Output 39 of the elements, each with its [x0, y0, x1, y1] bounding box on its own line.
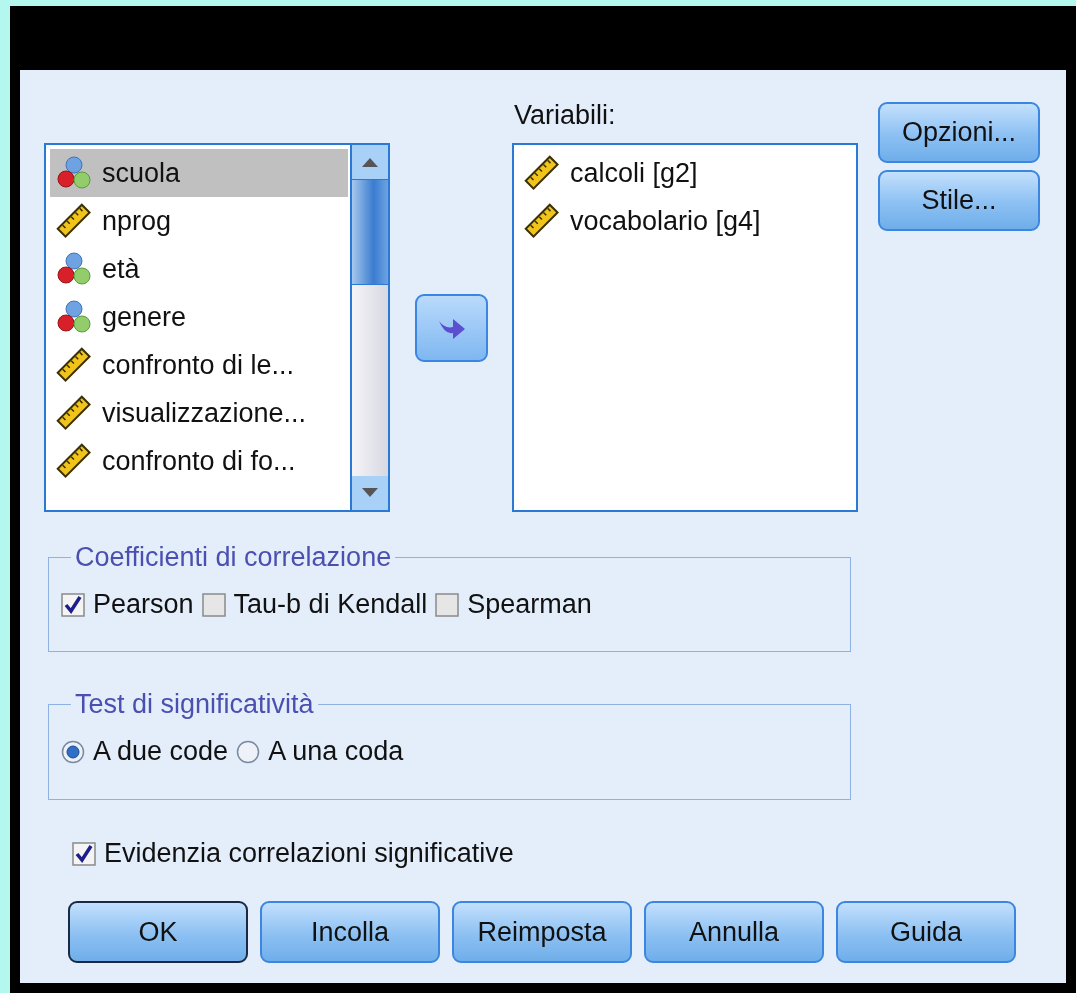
radio-label: A una coda: [268, 736, 404, 767]
variables-label: Variabili:: [513, 102, 617, 132]
group-title: Coefficienti di correlazione: [74, 542, 393, 573]
checkbox[interactable]: [61, 592, 85, 617]
group-title: Test di significatività: [74, 689, 315, 720]
dialog-button[interactable]: Stile...: [878, 170, 1040, 231]
radio-button[interactable]: [236, 739, 261, 764]
variable-list-item[interactable]: confronto di fo...: [50, 437, 348, 485]
nominal-variable-icon: [56, 299, 92, 335]
dialog-button[interactable]: Incolla: [260, 901, 440, 963]
dialog-button[interactable]: Annulla: [644, 901, 824, 963]
nominal-variable-icon: [56, 155, 92, 191]
checkbox-label: Evidenzia correlazioni significative: [104, 838, 514, 869]
variable-list-item[interactable]: scuola: [50, 149, 348, 197]
scrollbar[interactable]: [350, 145, 388, 510]
variable-list-item[interactable]: nprog: [50, 197, 348, 245]
scroll-thumb[interactable]: [352, 179, 388, 285]
variable-list-item[interactable]: calcoli [g2]: [518, 149, 854, 197]
checkbox-label: Tau-b di Kendall: [233, 589, 428, 620]
dialog-button[interactable]: Reimposta: [452, 901, 632, 963]
checkbox[interactable]: [435, 592, 460, 617]
dialog-button[interactable]: Opzioni...: [878, 102, 1040, 163]
checkbox-label: Pearson: [93, 589, 194, 620]
variable-list-item[interactable]: visualizzazione...: [50, 389, 348, 437]
move-right-button[interactable]: [415, 294, 488, 362]
variable-list-item[interactable]: confronto di le...: [50, 341, 348, 389]
scroll-up-icon[interactable]: [360, 156, 380, 168]
checkbox[interactable]: [72, 841, 96, 866]
dialog-button[interactable]: Guida: [836, 901, 1016, 963]
radio-label: A due code: [93, 736, 229, 767]
checkbox[interactable]: [201, 592, 226, 617]
checkbox-label: Spearman: [467, 589, 592, 620]
nominal-variable-icon: [56, 251, 92, 287]
radio-button[interactable]: [61, 739, 85, 764]
variable-list-item[interactable]: età: [50, 245, 348, 293]
scroll-down-icon[interactable]: [360, 487, 380, 499]
variable-list-item[interactable]: vocabolario [g4]: [518, 197, 854, 245]
dialog-button[interactable]: OK: [68, 901, 248, 963]
variable-list-item[interactable]: genere: [50, 293, 348, 341]
